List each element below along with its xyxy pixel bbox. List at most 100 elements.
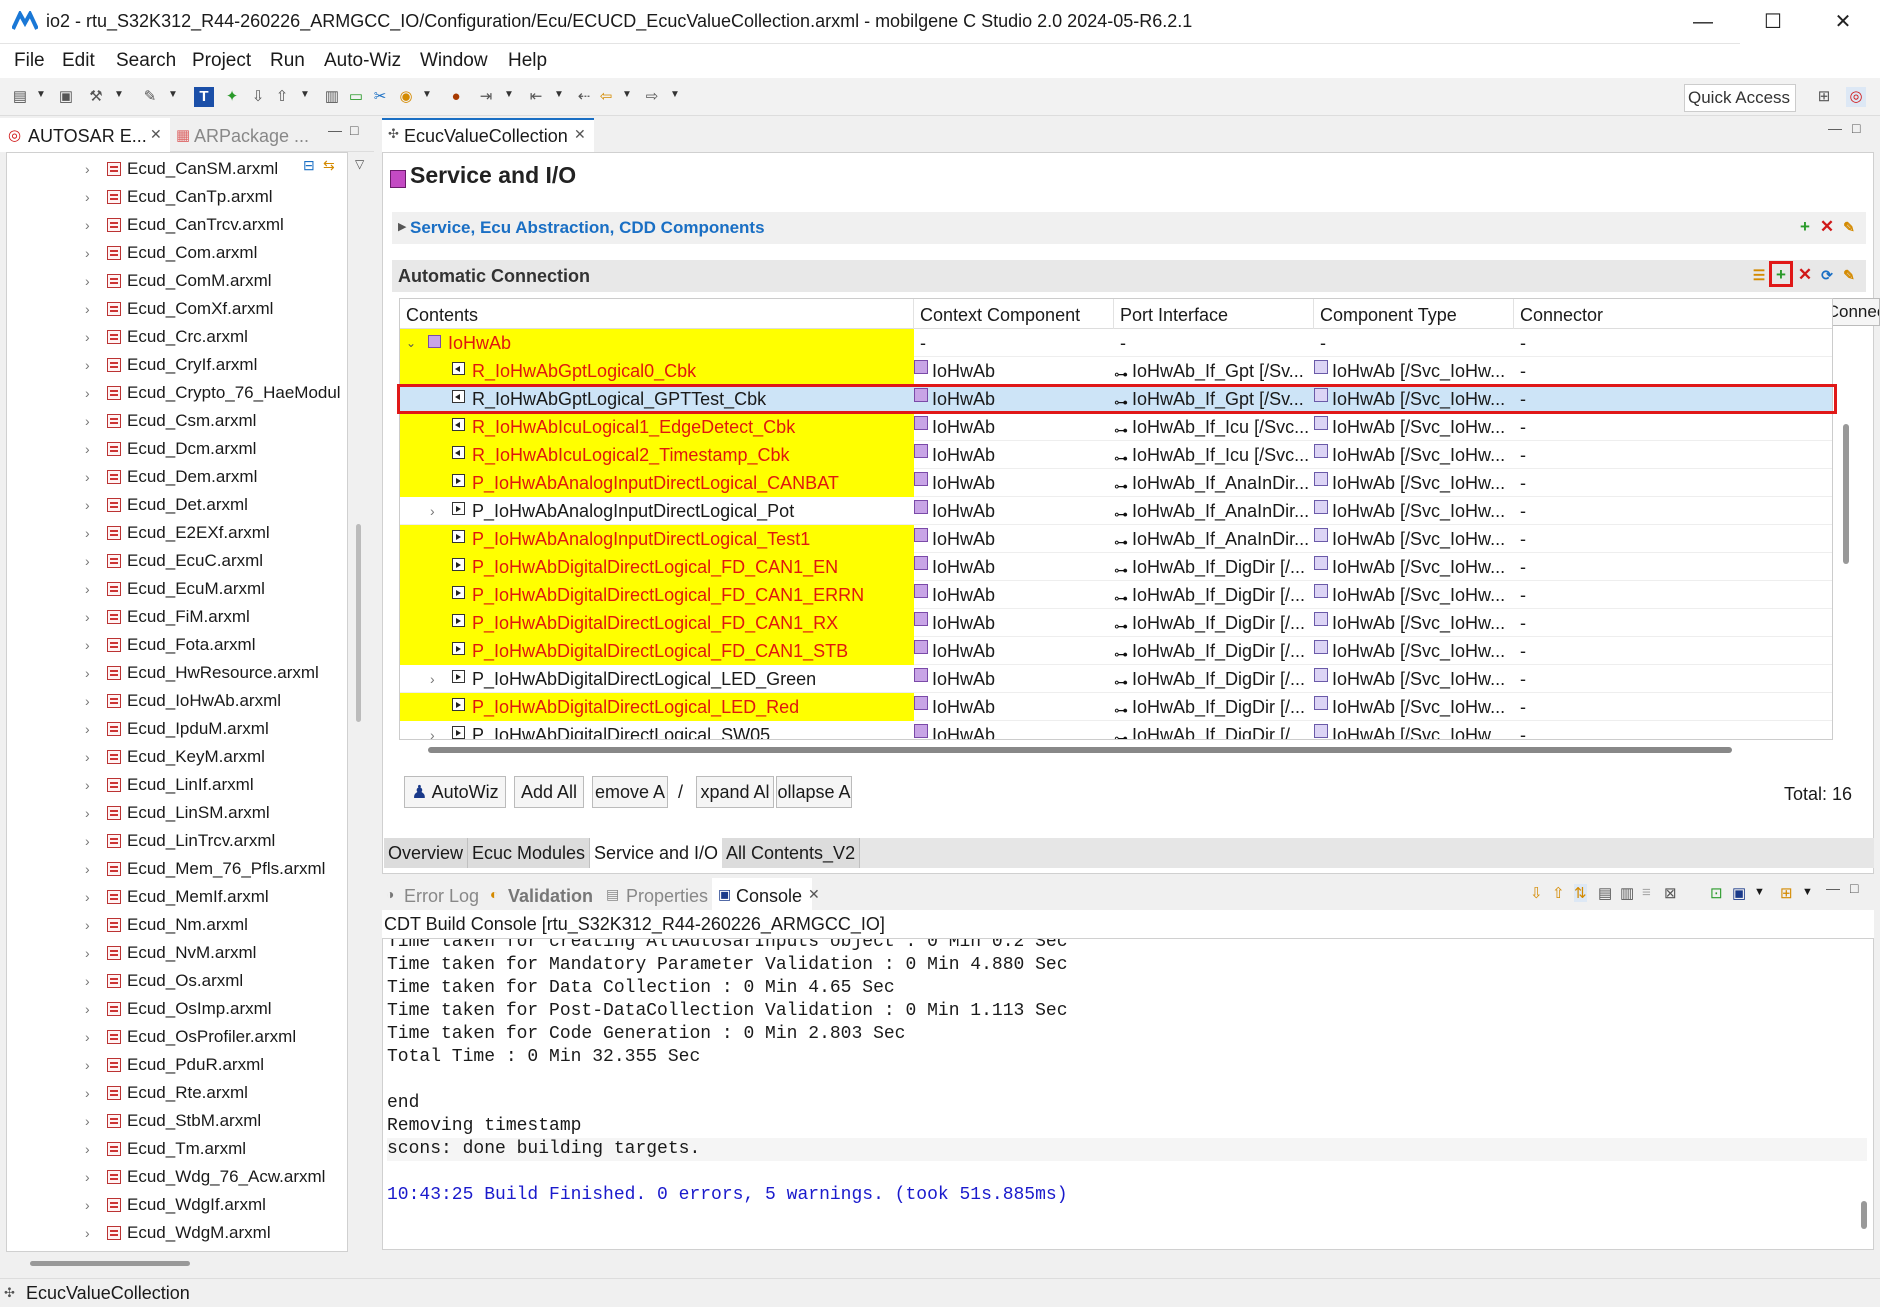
tree-item[interactable]: › Ecud_LinIf.arxml — [7, 771, 347, 799]
chevron-right-icon[interactable]: › — [85, 183, 90, 211]
annotation-icon[interactable]: ⇤ — [526, 87, 546, 107]
sync-icon[interactable]: ⟳ — [1818, 266, 1836, 284]
table-row[interactable]: P_IoHwAbDigitalDirectLogical_LED_Red IoHw… — [400, 693, 1832, 721]
chevron-down-icon[interactable]: ⌄ — [406, 329, 416, 357]
chevron-right-icon[interactable]: › — [85, 1079, 90, 1107]
chevron-right-icon[interactable]: › — [85, 911, 90, 939]
chevron-down-icon[interactable]: ▼ — [36, 89, 46, 100]
table-row[interactable]: › P_IoHwAbDigitalDirectLogical_SW05 IoHwAb… — [400, 721, 1832, 739]
chevron-right-icon[interactable]: › — [85, 687, 90, 715]
chevron-right-icon[interactable]: › — [85, 939, 90, 967]
chevron-right-icon[interactable]: › — [85, 603, 90, 631]
expand-all-button[interactable]: xpand Al — [696, 776, 774, 808]
close-icon[interactable]: ✕ — [808, 886, 820, 903]
open-console-icon[interactable]: ⊞ — [1780, 884, 1793, 902]
tab-error-log[interactable]: Error Log — [404, 886, 479, 907]
menu-autowiz[interactable]: Auto-Wiz — [318, 44, 407, 78]
back-icon[interactable]: ⇦ — [596, 87, 616, 107]
chevron-right-icon[interactable]: › — [85, 463, 90, 491]
edit-icon[interactable]: ✎ — [1840, 218, 1858, 236]
chevron-down-icon[interactable]: ▼ — [1802, 886, 1813, 898]
page-tab-all-contents[interactable]: All Contents_V2 — [722, 838, 861, 868]
tree-item[interactable]: › Ecud_CanTrcv.arxml — [7, 211, 347, 239]
table-row[interactable]: P_IoHwAbDigitalDirectLogical_FD_CAN1_RX I… — [400, 609, 1832, 637]
close-icon[interactable]: ✕ — [574, 126, 586, 143]
section-service-components[interactable]: ▶ Service, Ecu Abstraction, CDD Componen… — [392, 212, 1866, 244]
remove-launch-icon[interactable]: ⊠ — [1664, 884, 1677, 902]
menu-search[interactable]: Search — [110, 44, 182, 78]
table-row[interactable]: P_IoHwAbDigitalDirectLogical_FD_CAN1_ERR… — [400, 581, 1832, 609]
chevron-down-icon[interactable]: ▼ — [622, 89, 632, 100]
delete-icon[interactable]: ✕ — [1796, 266, 1814, 284]
export-icon[interactable]: ⇧ — [272, 87, 292, 107]
navigate-icon[interactable]: ⇥ — [476, 87, 496, 107]
tree-item[interactable]: › Ecud_MemIf.arxml — [7, 883, 347, 911]
collapse-all-button[interactable]: ollapse A — [776, 776, 852, 808]
menu-edit[interactable]: Edit — [56, 44, 101, 78]
table-row[interactable]: P_IoHwAbAnalogInputDirectLogical_Test1 Io… — [400, 525, 1832, 553]
table-row[interactable]: R_IoHwAbIcuLogical1_EdgeDetect_Cbk IoHwAb… — [400, 413, 1832, 441]
chevron-right-icon[interactable]: › — [85, 855, 90, 883]
chevron-right-icon[interactable]: › — [85, 1219, 90, 1247]
tree-item[interactable]: › Ecud_NvM.arxml — [7, 939, 347, 967]
column-header-contents[interactable]: Contents — [400, 299, 914, 329]
chevron-down-icon[interactable]: ▼ — [504, 89, 514, 100]
chevron-down-icon[interactable]: ▼ — [168, 89, 178, 100]
maximize-editor-icon[interactable]: □ — [1852, 120, 1860, 136]
import-icon[interactable]: ⇩ — [248, 87, 268, 107]
tree-item[interactable]: › Ecud_Nm.arxml — [7, 911, 347, 939]
tab-properties[interactable]: Properties — [626, 886, 708, 907]
page-tab-service-io[interactable]: Service and I/O — [590, 838, 724, 868]
tree-item[interactable]: › Ecud_EcuC.arxml — [7, 547, 347, 575]
tree-item[interactable]: › Ecud_Crc.arxml — [7, 323, 347, 351]
tree-item[interactable]: › Ecud_Mem_76_Pfls.arxml — [7, 855, 347, 883]
tree-item[interactable]: › Ecud_Fota.arxml — [7, 631, 347, 659]
display-console-icon[interactable]: ▣ — [1732, 884, 1746, 902]
perspective-icon[interactable]: ⊞ — [1814, 87, 1834, 107]
table-row[interactable]: › P_IoHwAbDigitalDirectLogical_LED_Green I… — [400, 665, 1832, 693]
tree-item[interactable]: › Ecud_WdgIf.arxml — [7, 1191, 347, 1219]
save-icon[interactable]: ▣ — [56, 87, 76, 107]
filter-icon[interactable]: ☰ — [1750, 266, 1768, 284]
clear-console-icon[interactable]: ▤ — [1598, 884, 1612, 902]
tree-item[interactable]: › Ecud_Det.arxml — [7, 491, 347, 519]
scroll-lock-icon[interactable]: ⇅ — [1574, 884, 1587, 902]
chevron-right-icon[interactable]: › — [85, 743, 90, 771]
tree-item[interactable]: › Ecud_Com.arxml — [7, 239, 347, 267]
tree-item[interactable]: › Ecud_Tm.arxml — [7, 1135, 347, 1163]
tree-item[interactable]: › Ecud_Dcm.arxml — [7, 435, 347, 463]
chevron-right-icon[interactable]: › — [85, 771, 90, 799]
table-horizontal-scrollbar[interactable] — [428, 747, 1732, 753]
maximize-window-button[interactable]: ☐ — [1740, 2, 1806, 42]
chevron-right-icon[interactable]: › — [85, 1191, 90, 1219]
tree-item[interactable]: › Ecud_StbM.arxml — [7, 1107, 347, 1135]
last-edit-icon[interactable]: ⇠ — [574, 87, 594, 107]
tree-item[interactable]: › Ecud_Dem.arxml — [7, 463, 347, 491]
connect-icon[interactable]: ● — [446, 87, 466, 107]
chevron-right-icon[interactable]: › — [85, 491, 90, 519]
chevron-right-icon[interactable]: › — [430, 721, 435, 739]
table-row[interactable]: R_IoHwAbGptLogical0_Cbk IoHwAb ⊶ IoHwAb_If_… — [400, 357, 1832, 385]
chevron-right-icon[interactable]: › — [85, 575, 90, 603]
remove-all-button[interactable]: emove A — [592, 776, 668, 808]
scroll-down-icon[interactable]: ⇩ — [1530, 884, 1543, 902]
chevron-right-icon[interactable]: › — [85, 155, 90, 183]
edit-icon[interactable]: ✎ — [1840, 266, 1858, 284]
chevron-right-icon[interactable]: › — [85, 435, 90, 463]
chevron-down-icon[interactable]: ▼ — [554, 89, 564, 100]
debug-icon[interactable]: ✎ — [140, 87, 160, 107]
tree-item[interactable]: › Ecud_ComXf.arxml — [7, 295, 347, 323]
chevron-down-icon[interactable]: ▼ — [422, 89, 432, 100]
tree-item[interactable]: › Ecud_OsProfiler.arxml — [7, 1023, 347, 1051]
chevron-right-icon[interactable]: › — [85, 659, 90, 687]
tree-item[interactable]: › Ecud_IpduM.arxml — [7, 715, 347, 743]
tree-item[interactable]: › Ecud_OsImp.arxml — [7, 995, 347, 1023]
tree-item[interactable]: › Ecud_CanTp.arxml — [7, 183, 347, 211]
minimize-editor-icon[interactable]: — — [1828, 120, 1842, 136]
delete-icon[interactable]: ✕ — [1818, 218, 1836, 236]
console-output[interactable]: Time taken for creating AllAutosarInputs… — [382, 938, 1874, 1250]
chevron-right-icon[interactable]: › — [85, 519, 90, 547]
tree-item[interactable]: › Ecud_HwResource.arxml — [7, 659, 347, 687]
chevron-right-icon[interactable]: › — [85, 995, 90, 1023]
tree-item[interactable]: › Ecud_Os.arxml — [7, 967, 347, 995]
